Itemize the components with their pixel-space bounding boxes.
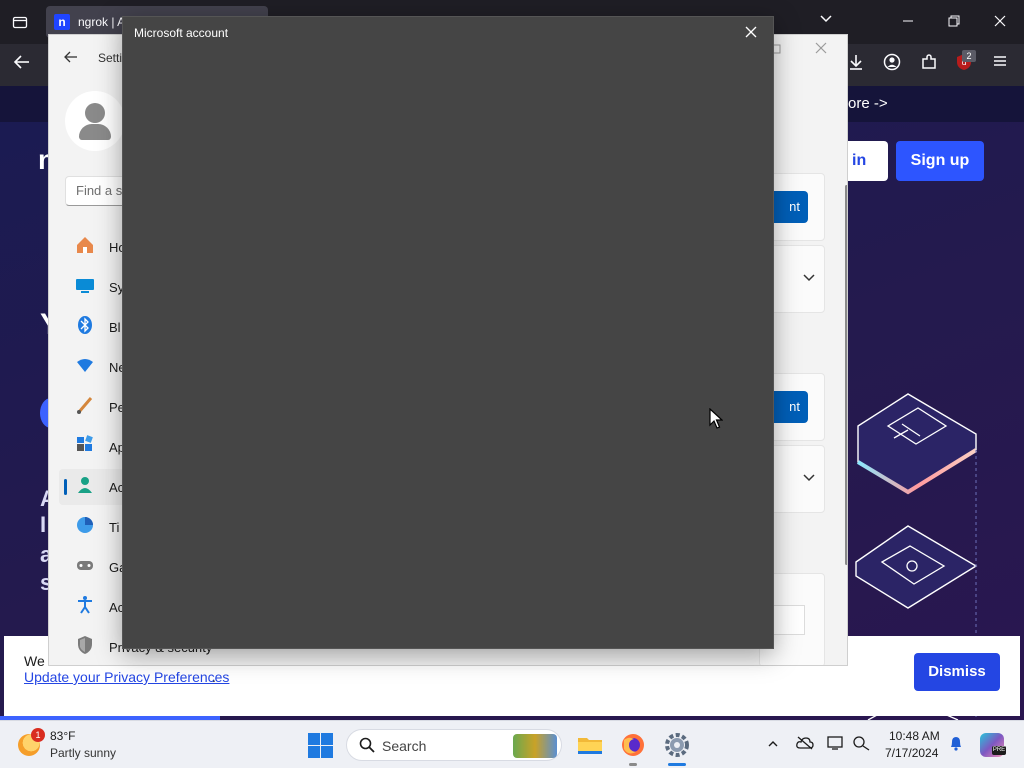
settings-close-button[interactable] xyxy=(815,41,835,59)
network-sound-icon[interactable] xyxy=(852,735,872,755)
hero-text-fragment: I xyxy=(40,512,47,537)
close-icon[interactable] xyxy=(739,23,763,45)
notification-bell-icon[interactable] xyxy=(946,735,966,755)
ublock-count-badge: 2 xyxy=(962,50,976,62)
bluetooth-icon xyxy=(73,315,97,339)
search-icon xyxy=(359,737,375,753)
network-icon xyxy=(73,355,97,379)
accessibility-icon xyxy=(73,595,97,619)
chevron-down-icon[interactable] xyxy=(814,11,838,33)
dialog-title: Microsoft account xyxy=(134,26,229,40)
tab-title: ngrok | A xyxy=(78,15,126,29)
microsoft-account-dialog: Microsoft account xyxy=(122,16,774,649)
home-icon xyxy=(73,235,97,259)
personalization-icon xyxy=(73,395,97,419)
file-explorer-icon[interactable] xyxy=(576,731,604,759)
clock-time[interactable]: 10:48 AM xyxy=(889,729,940,743)
copilot-badge: PRE xyxy=(992,746,1006,755)
app-active-indicator xyxy=(668,763,686,766)
menu-icon[interactable] xyxy=(988,53,1012,77)
privacy-preferences-link[interactable]: Update your Privacy Preferences xyxy=(24,669,229,685)
tab-list-icon[interactable] xyxy=(8,10,32,34)
time-language-icon xyxy=(73,515,97,539)
search-label: Search xyxy=(382,738,427,754)
weather-temp: 83°F xyxy=(50,729,76,743)
maximize-button[interactable] xyxy=(771,43,791,59)
app-running-indicator xyxy=(629,763,637,766)
restore-button[interactable] xyxy=(932,8,976,36)
display-icon[interactable] xyxy=(826,735,846,755)
back-arrow-icon[interactable] xyxy=(10,53,34,77)
start-button[interactable] xyxy=(306,731,334,759)
promo-link[interactable]: ore -> xyxy=(848,95,888,112)
ngrok-favicon: n xyxy=(54,14,70,30)
weather-description: Partly sunny xyxy=(50,746,117,760)
cloud-offline-icon[interactable] xyxy=(795,735,815,755)
apps-icon xyxy=(73,435,97,459)
signup-button[interactable]: Sign up xyxy=(896,141,984,181)
chevron-up-icon[interactable] xyxy=(763,735,783,755)
mouse-cursor-icon xyxy=(709,408,723,429)
system-icon xyxy=(73,275,97,299)
chevron-down-icon[interactable] xyxy=(802,270,816,287)
taskbar: 1 83°F Partly sunny Search 10:48 AM 7/17… xyxy=(0,720,1024,768)
privacy-shield-icon xyxy=(73,635,97,659)
selected-indicator xyxy=(64,479,67,495)
cookie-link-suffix: . xyxy=(212,669,216,685)
avatar-body xyxy=(79,124,111,140)
firefox-icon[interactable] xyxy=(619,731,647,759)
taskbar-search[interactable]: Search xyxy=(346,729,562,761)
cookie-banner-text: We xyxy=(24,653,45,669)
settings-field[interactable] xyxy=(771,605,805,635)
sidebar-item-label: Ti xyxy=(109,519,120,535)
avatar-head xyxy=(85,103,105,123)
clock-date[interactable]: 7/17/2024 xyxy=(885,746,938,760)
dismiss-button[interactable]: Dismiss xyxy=(914,653,1000,691)
extensions-icon[interactable] xyxy=(917,53,941,77)
window-close-button[interactable] xyxy=(978,8,1022,36)
settings-gear-icon[interactable] xyxy=(663,731,691,759)
weather-badge: 1 xyxy=(31,728,45,742)
minimize-button[interactable] xyxy=(886,8,930,36)
accounts-icon xyxy=(73,475,97,499)
sidebar-item-label: Bl xyxy=(109,319,121,335)
settings-title: Setti xyxy=(98,51,123,65)
back-arrow-icon[interactable] xyxy=(63,49,83,69)
account-icon[interactable] xyxy=(880,53,904,77)
chevron-down-icon[interactable] xyxy=(802,470,816,487)
gaming-icon xyxy=(73,555,97,579)
search-highlight-image xyxy=(513,734,557,758)
scrollbar[interactable] xyxy=(845,185,847,565)
